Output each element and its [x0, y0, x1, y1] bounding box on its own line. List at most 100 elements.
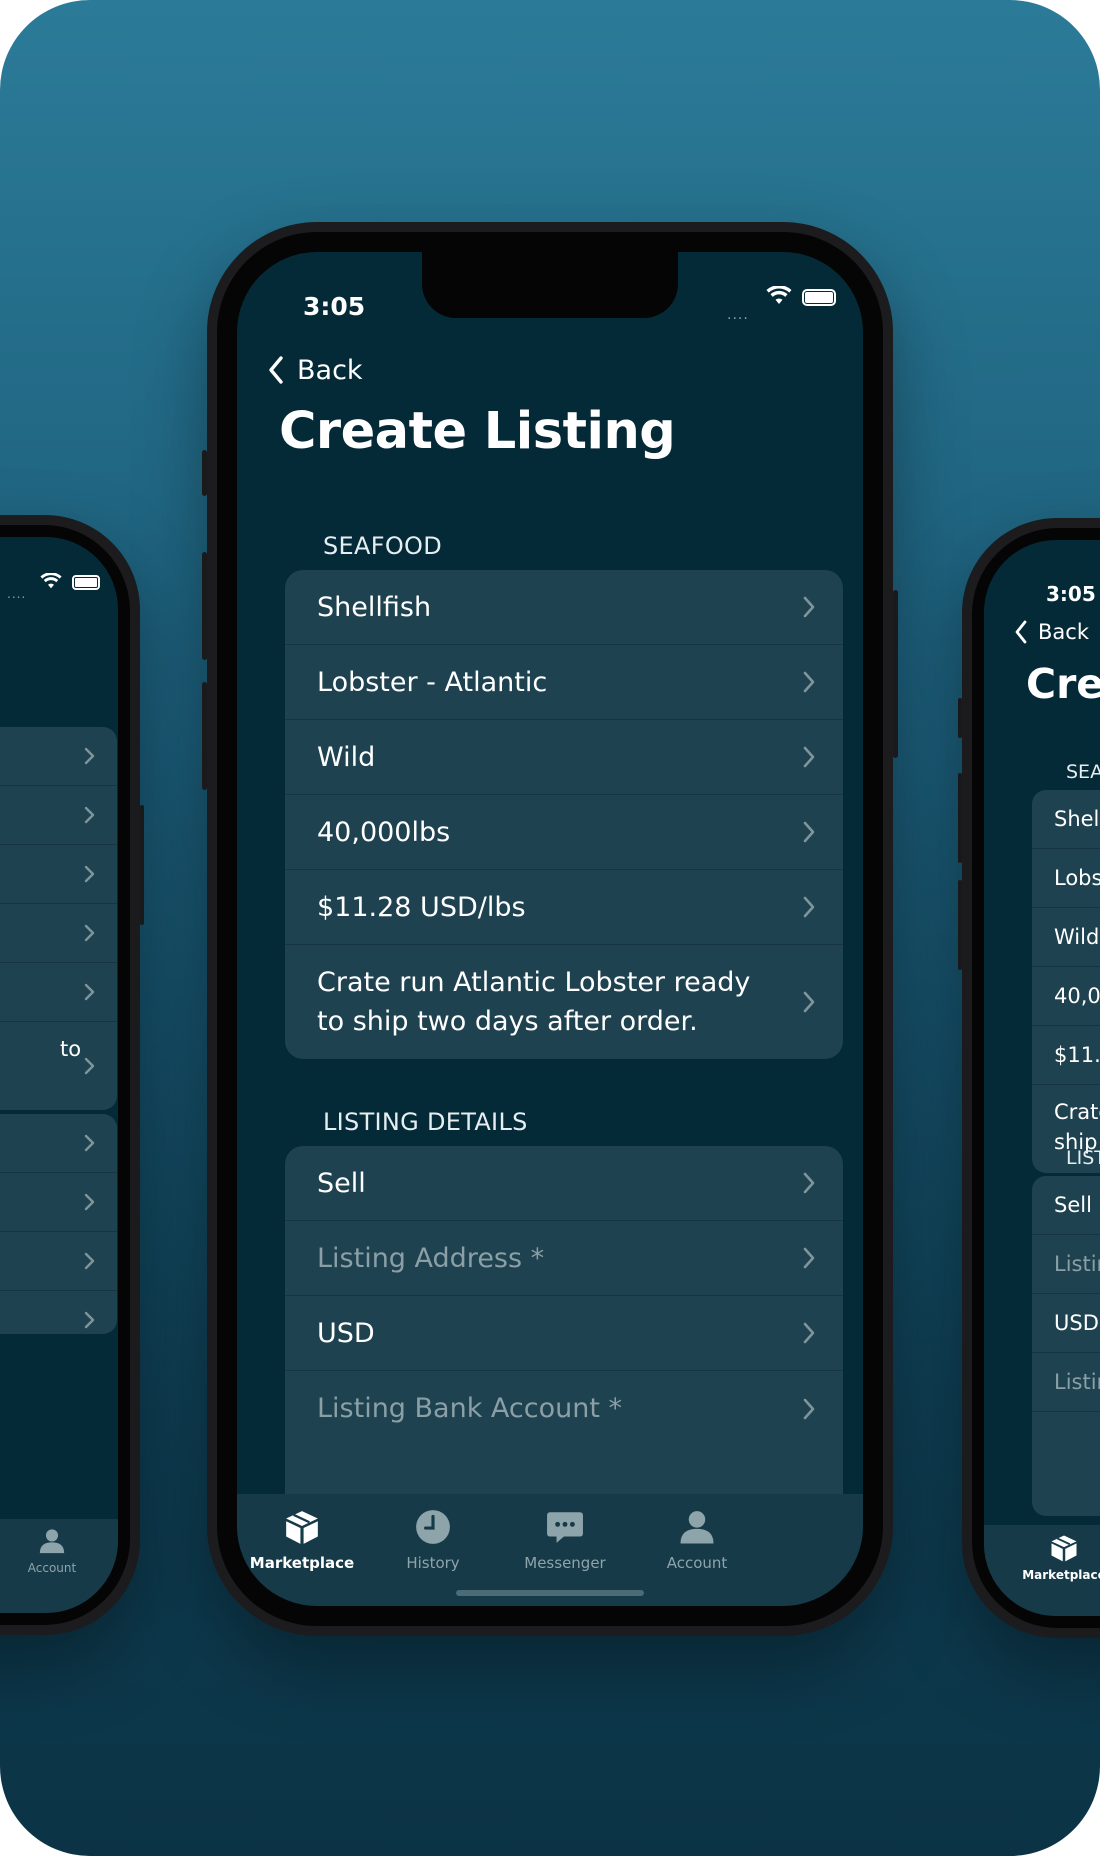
chevron-right-icon: [803, 746, 815, 768]
list-item[interactable]: Shellfi: [1032, 790, 1100, 849]
back-label: Back: [297, 354, 363, 386]
row-label: Listing Bank Account *: [317, 1393, 623, 1424]
list-item-species[interactable]: Lobster - Atlantic: [285, 645, 843, 720]
chevron-right-icon: [84, 983, 95, 1001]
tab-account[interactable]: Account: [637, 1508, 757, 1572]
chevron-right-icon: [84, 1311, 95, 1329]
app-screen: 3:05 .... Back Create Listing SEAFOOD Sh…: [237, 252, 863, 1606]
list-item-price[interactable]: $11.28 USD/lbs: [285, 870, 843, 945]
wifi-icon: [766, 286, 792, 304]
list-item[interactable]: [0, 727, 117, 786]
list-item-listing-address[interactable]: Listing Address *: [285, 1221, 843, 1296]
row-label: Listing Address *: [317, 1242, 545, 1274]
partial-text: to: [60, 1037, 82, 1061]
tab-marketplace[interactable]: Marketplace: [242, 1508, 362, 1572]
tab-messenger[interactable]: Messenger: [505, 1508, 625, 1572]
left-preview-screen: .... to Account: [0, 537, 118, 1613]
chevron-right-icon: [84, 806, 95, 824]
list-item[interactable]: [0, 963, 117, 1022]
list-item[interactable]: to: [0, 1022, 117, 1110]
section-header: LISTIN: [1066, 1147, 1100, 1169]
seafood-card: Shellfish Lobster - Atlantic Wild 40,000…: [285, 570, 843, 1059]
list-item[interactable]: Listing: [1032, 1353, 1100, 1412]
list-item[interactable]: Wild: [1032, 908, 1100, 967]
wifi-icon: [40, 573, 62, 589]
box-icon: [1051, 1535, 1077, 1562]
notch: [422, 252, 678, 318]
page-title: Crea: [1026, 660, 1100, 708]
section-header: SEAF: [1066, 761, 1100, 783]
list-item-quantity[interactable]: 40,000lbs: [285, 795, 843, 870]
list-item[interactable]: [0, 1114, 117, 1173]
list-item[interactable]: [0, 1232, 117, 1291]
list-item-currency[interactable]: USD: [285, 1296, 843, 1371]
tab-label: Marketplace: [249, 1554, 355, 1572]
list-item-bank-account[interactable]: Listing Bank Account *: [285, 1371, 843, 1446]
chevron-right-icon: [803, 671, 815, 693]
left-seafood-card: to: [0, 727, 117, 1110]
list-item[interactable]: [0, 1291, 117, 1334]
tab-label: History: [406, 1554, 460, 1572]
battery-icon: [72, 575, 100, 590]
list-item-description[interactable]: Crate run Atlantic Lobster ready to ship…: [285, 945, 843, 1059]
box-icon: [286, 1511, 318, 1544]
chat-bubble-icon: [547, 1512, 583, 1543]
list-item[interactable]: [0, 904, 117, 963]
back-button[interactable]: Back: [267, 348, 363, 392]
list-item-category[interactable]: Shellfish: [285, 570, 843, 645]
right-seafood-card: Shellfi Lobste Wild 40,00 $11.2 Crate sh…: [1032, 790, 1100, 1173]
back-button[interactable]: Back: [1014, 620, 1089, 644]
list-item-listing-type[interactable]: Sell: [285, 1146, 843, 1221]
list-item[interactable]: USD: [1032, 1294, 1100, 1353]
tab-label: Marketplace: [1022, 1568, 1100, 1582]
section-header-seafood: SEAFOOD: [323, 532, 442, 560]
chevron-right-icon: [803, 1398, 815, 1419]
right-preview-phone: 3:05 Back Crea SEAF Shellfi Lobste Wild …: [958, 518, 1100, 1638]
list-item[interactable]: Sell: [1032, 1176, 1100, 1235]
chevron-right-icon: [84, 1193, 95, 1211]
tab-marketplace[interactable]: Marketplace: [1004, 1533, 1100, 1582]
list-item[interactable]: Listing: [1032, 1235, 1100, 1294]
list-item[interactable]: [0, 1173, 117, 1232]
chevron-left-icon: [269, 356, 283, 384]
chevron-right-icon: [803, 1172, 815, 1194]
list-item[interactable]: Lobste: [1032, 849, 1100, 908]
list-item[interactable]: 40,00: [1032, 967, 1100, 1026]
chevron-right-icon: [803, 596, 815, 618]
right-details-card: Sell Listing USD Listing: [1032, 1176, 1100, 1516]
row-label: 40,000lbs: [317, 816, 451, 848]
list-item[interactable]: [0, 845, 117, 904]
page-title: Create Listing: [279, 402, 676, 461]
tab-account[interactable]: Account: [12, 1527, 92, 1575]
chevron-right-icon: [803, 1247, 815, 1269]
row-label: Crate run Atlantic Lobster ready to ship…: [317, 967, 751, 1037]
tab-label: Messenger: [524, 1554, 606, 1572]
row-label: Lobster - Atlantic: [317, 666, 548, 698]
list-item[interactable]: [0, 786, 117, 845]
background: .... to Account 3:05 Back Cre SEA Shel L…: [0, 0, 1100, 1856]
left-tabbar: Account: [0, 1519, 118, 1613]
home-indicator[interactable]: [456, 1590, 644, 1596]
chevron-right-icon: [84, 1057, 95, 1075]
signal-icon: ....: [7, 587, 27, 601]
row-label: USD: [317, 1317, 375, 1349]
chevron-right-icon: [84, 1134, 95, 1152]
chevron-right-icon: [84, 924, 95, 942]
main-phone: 3:05 .... Back Create Listing SEAFOOD Sh…: [202, 222, 898, 1636]
chevron-right-icon: [84, 1252, 95, 1270]
chevron-right-icon: [84, 747, 95, 765]
right-preview-screen: 3:05 Back Crea SEAF Shellfi Lobste Wild …: [984, 540, 1100, 1616]
right-tabbar: Marketplace: [984, 1525, 1100, 1616]
tab-label: Account: [27, 1561, 77, 1575]
tab-history[interactable]: History: [373, 1508, 493, 1572]
list-item-source[interactable]: Wild: [285, 720, 843, 795]
row-label: Sell: [317, 1167, 366, 1199]
status-time: 3:05: [1046, 582, 1096, 606]
status-time: 3:05: [303, 292, 366, 321]
left-preview-phone: .... to Account: [0, 515, 144, 1635]
chevron-right-icon: [803, 821, 815, 843]
list-item[interactable]: $11.2: [1032, 1026, 1100, 1085]
row-line: Crate: [1054, 1100, 1100, 1124]
row-label: Wild: [317, 741, 376, 773]
chevron-right-icon: [803, 896, 815, 918]
